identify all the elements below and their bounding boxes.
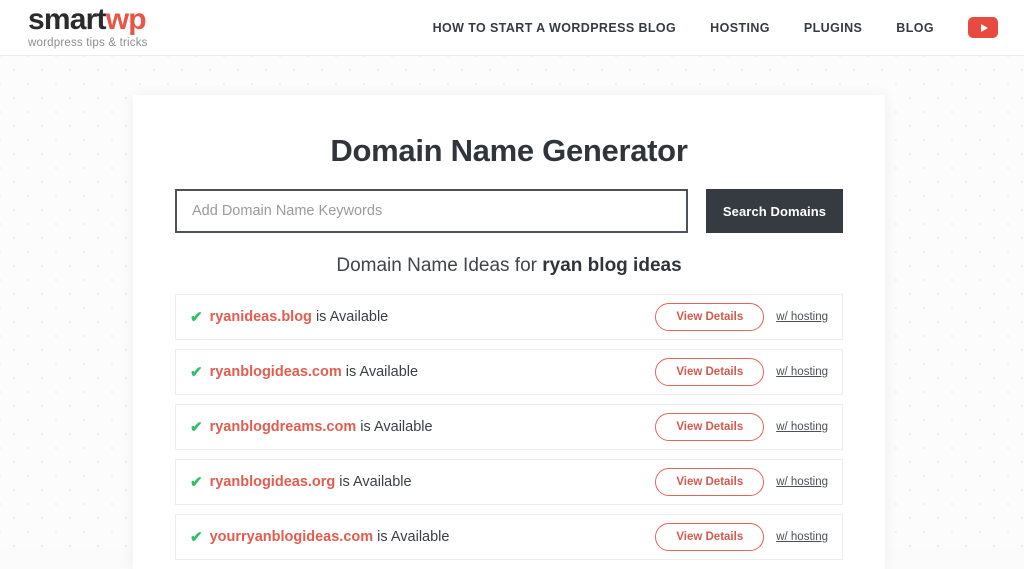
availability-status: is Available xyxy=(312,309,388,325)
check-icon: ✔ xyxy=(190,365,203,380)
view-details-button[interactable]: View Details xyxy=(655,468,764,496)
nav-item-how-to-start[interactable]: HOW TO START A WORDPRESS BLOG xyxy=(433,21,677,35)
check-icon: ✔ xyxy=(190,310,203,325)
domain-availability-text: ryanblogideas.org is Available xyxy=(210,474,412,490)
play-triangle-icon xyxy=(981,24,988,32)
row-actions: View Details w/ hosting xyxy=(655,303,828,331)
logo-wp-text: wp xyxy=(106,3,146,36)
row-actions: View Details w/ hosting xyxy=(655,358,828,386)
page-title: Domain Name Generator xyxy=(175,133,843,169)
check-icon: ✔ xyxy=(190,475,203,490)
logo-wordmark: smartwp xyxy=(28,5,148,35)
results-heading: Domain Name Ideas for ryan blog ideas xyxy=(175,255,843,277)
with-hosting-link[interactable]: w/ hosting xyxy=(776,366,828,378)
view-details-button[interactable]: View Details xyxy=(655,413,764,441)
domain-availability-text: ryanideas.blog is Available xyxy=(210,309,389,325)
view-details-button[interactable]: View Details xyxy=(655,523,764,551)
nav-item-plugins[interactable]: PLUGINS xyxy=(804,21,862,35)
logo-tagline: wordpress tips & tricks xyxy=(28,38,148,50)
youtube-icon[interactable] xyxy=(968,17,998,38)
table-row: ✔ ryanblogideas.com is Available View De… xyxy=(175,349,843,395)
table-row: ✔ ryanblogideas.org is Available View De… xyxy=(175,459,843,505)
domain-generator-card: Domain Name Generator Search Domains Dom… xyxy=(133,95,885,569)
availability-status: is Available xyxy=(335,474,411,490)
with-hosting-link[interactable]: w/ hosting xyxy=(776,531,828,543)
with-hosting-link[interactable]: w/ hosting xyxy=(776,421,828,433)
domain-availability-text: ryanblogdreams.com is Available xyxy=(210,419,433,435)
availability-status: is Available xyxy=(342,364,418,380)
logo-smart-text: smart xyxy=(28,3,106,36)
row-actions: View Details w/ hosting xyxy=(655,468,828,496)
page-root: smartwp wordpress tips & tricks HOW TO S… xyxy=(0,0,1024,548)
nav-item-blog[interactable]: BLOG xyxy=(896,21,934,35)
availability-status: is Available xyxy=(356,419,432,435)
search-domains-button[interactable]: Search Domains xyxy=(706,189,843,233)
domain-availability-text: yourryanblogideas.com is Available xyxy=(210,529,450,545)
with-hosting-link[interactable]: w/ hosting xyxy=(776,476,828,488)
domain-name: ryanideas.blog xyxy=(210,309,312,325)
availability-status: is Available xyxy=(373,529,449,545)
with-hosting-link[interactable]: w/ hosting xyxy=(776,311,828,323)
results-heading-prefix: Domain Name Ideas for xyxy=(336,255,542,276)
table-row: ✔ yourryanblogideas.com is Available Vie… xyxy=(175,514,843,560)
table-row: ✔ ryanblogdreams.com is Available View D… xyxy=(175,404,843,450)
view-details-button[interactable]: View Details xyxy=(655,358,764,386)
domain-name: ryanblogideas.org xyxy=(210,474,336,490)
site-logo[interactable]: smartwp wordpress tips & tricks xyxy=(28,5,148,50)
nav-item-hosting[interactable]: HOSTING xyxy=(710,21,770,35)
table-row: ✔ ryanideas.blog is Available View Detai… xyxy=(175,294,843,340)
results-heading-keywords: ryan blog ideas xyxy=(542,255,681,276)
domain-name: yourryanblogideas.com xyxy=(210,529,374,545)
search-row: Search Domains xyxy=(175,189,843,233)
search-input[interactable] xyxy=(175,189,688,233)
domain-availability-text: ryanblogideas.com is Available xyxy=(210,364,418,380)
check-icon: ✔ xyxy=(190,530,203,545)
row-actions: View Details w/ hosting xyxy=(655,523,828,551)
view-details-button[interactable]: View Details xyxy=(655,303,764,331)
main-navigation: HOW TO START A WORDPRESS BLOG HOSTING PL… xyxy=(433,17,998,38)
domain-name: ryanblogdreams.com xyxy=(210,419,357,435)
results-list: ✔ ryanideas.blog is Available View Detai… xyxy=(175,294,843,560)
row-actions: View Details w/ hosting xyxy=(655,413,828,441)
domain-name: ryanblogideas.com xyxy=(210,364,342,380)
site-header: smartwp wordpress tips & tricks HOW TO S… xyxy=(0,0,1024,56)
check-icon: ✔ xyxy=(190,420,203,435)
